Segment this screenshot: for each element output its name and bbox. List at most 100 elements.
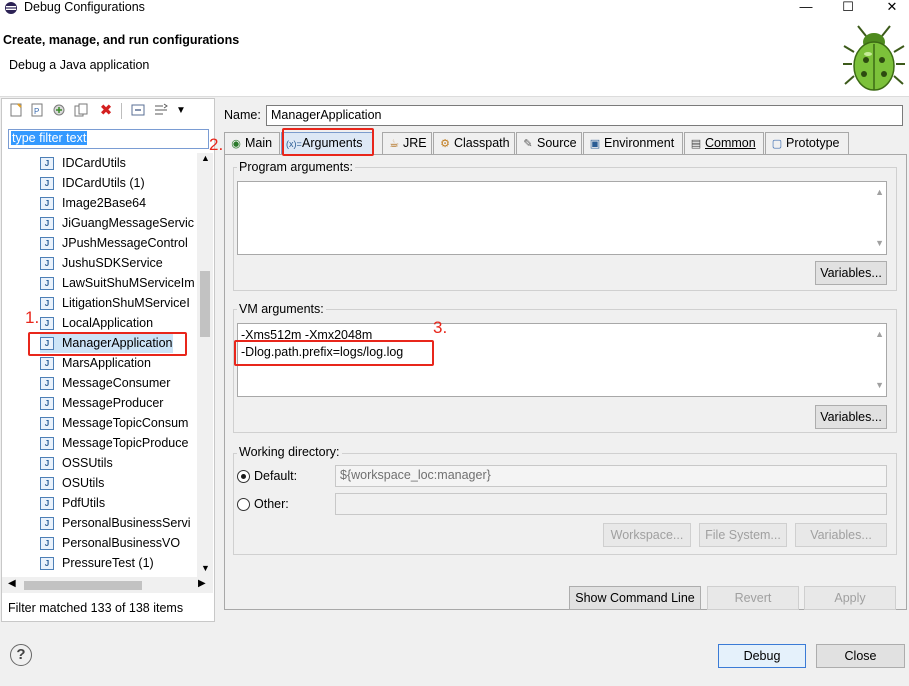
java-app-icon: J — [40, 217, 54, 231]
java-app-icon: J — [40, 477, 54, 491]
tab-prototype[interactable]: ▢ Prototype — [765, 132, 849, 154]
header-title: Create, manage, and run configurations — [3, 33, 240, 47]
tree-item[interactable]: J IDCardUtils — [40, 153, 126, 173]
launch-config-tree: J IDCardUtils J IDCardUtils (1) J Image2Bas… — [2, 153, 197, 577]
new-launch-config-icon[interactable] — [8, 103, 24, 119]
default-label: Default: — [254, 469, 298, 483]
file-system-button[interactable]: File System... — [699, 523, 787, 547]
tree-item[interactable]: J IDCardUtils (1) — [40, 173, 145, 193]
delete-icon[interactable]: ✖ — [98, 103, 114, 119]
scroll-down-icon[interactable]: ▼ — [875, 377, 884, 394]
minimize-button[interactable]: — — [794, 0, 818, 14]
help-icon[interactable]: ? — [10, 644, 32, 666]
window-title: Debug Configurations — [24, 0, 145, 14]
program-arguments-textarea[interactable]: ▲ ▼ — [237, 181, 887, 255]
tab-main[interactable]: ◉ Main — [224, 132, 280, 154]
scroll-down-icon[interactable]: ▼ — [201, 563, 210, 573]
java-app-icon: J — [40, 157, 54, 171]
tree-item[interactable]: J MessageTopicProduce — [40, 433, 188, 453]
export-icon[interactable] — [51, 103, 67, 119]
close-window-button[interactable]: ✕ — [880, 0, 904, 14]
collapse-all-icon[interactable] — [130, 103, 146, 119]
filter-text: type filter text — [11, 131, 88, 145]
other-label: Other: — [254, 497, 289, 511]
tree-item[interactable]: J LocalApplication — [40, 313, 153, 333]
java-app-icon: J — [40, 237, 54, 251]
workdir-variables-button[interactable]: Variables... — [795, 523, 887, 547]
debug-bug-icon — [843, 25, 905, 91]
tree-item[interactable]: J OSUtils — [40, 473, 104, 493]
tab-jre[interactable]: ☕ JRE — [382, 132, 432, 154]
tree-item[interactable]: J MessageTopicConsum — [40, 413, 188, 433]
filter-status: Filter matched 133 of 138 items — [8, 601, 184, 615]
workspace-button[interactable]: Workspace... — [603, 523, 691, 547]
view-menu-icon[interactable]: ▼ — [173, 103, 189, 119]
program-arguments-label: Program arguments: — [237, 160, 355, 174]
scroll-down-icon[interactable]: ▼ — [875, 235, 884, 252]
scroll-up-icon[interactable]: ▲ — [875, 184, 884, 201]
tree-item[interactable]: J MessageProducer — [40, 393, 163, 413]
filter-icon[interactable] — [153, 103, 169, 119]
tree-item[interactable]: J PersonalBusinessServi — [40, 513, 191, 533]
annotation-step-1: 1. — [25, 308, 40, 327]
annotation-highlight-manager-application — [28, 332, 187, 356]
environment-tab-icon: ▣ — [589, 138, 601, 150]
tree-item[interactable]: J PressureTest (1) — [40, 553, 154, 573]
vm-variables-button[interactable]: Variables... — [815, 405, 887, 429]
tree-item[interactable]: J JiGuangMessageServic — [40, 213, 194, 233]
scroll-left-icon[interactable]: ◀ — [8, 578, 16, 589]
svg-text:P: P — [34, 107, 39, 116]
vertical-scroll-thumb[interactable] — [200, 271, 210, 337]
scroll-right-icon[interactable]: ▶ — [198, 578, 206, 589]
java-app-icon: J — [40, 517, 54, 531]
arguments-tab-content: Program arguments: ▲ ▼ Variables... VM a… — [224, 154, 907, 610]
tab-source[interactable]: ✎ Source — [516, 132, 582, 154]
tree-item[interactable]: J LawSuitShuMServiceIm — [40, 273, 195, 293]
tab-environment[interactable]: ▣ Environment — [583, 132, 683, 154]
tree-vertical-scrollbar[interactable]: ▲ ▼ — [197, 153, 213, 577]
annotation-step-3: 3. — [433, 318, 448, 337]
tree-item[interactable]: J Image2Base64 — [40, 193, 146, 213]
tree-item[interactable]: J MarsApplication — [40, 353, 151, 373]
header-message: Debug a Java application — [9, 58, 150, 72]
prototype-tab-icon: ▢ — [771, 138, 783, 150]
tab-common[interactable]: ▤ Common — [684, 132, 764, 154]
tree-item[interactable]: J JushuSDKService — [40, 253, 163, 273]
revert-button[interactable]: Revert — [707, 586, 799, 610]
debug-button[interactable]: Debug — [718, 644, 806, 668]
annotation-highlight-vm-argument — [234, 340, 434, 366]
java-app-icon: J — [40, 457, 54, 471]
tree-item[interactable]: J PdfUtils — [40, 493, 105, 513]
java-app-icon: J — [40, 357, 54, 371]
source-tab-icon: ✎ — [523, 138, 533, 150]
annotation-step-2: 2. — [209, 135, 224, 154]
java-app-icon: J — [40, 497, 54, 511]
name-input[interactable]: ManagerApplication — [266, 105, 903, 126]
program-variables-button[interactable]: Variables... — [815, 261, 887, 285]
default-radio[interactable] — [237, 470, 250, 483]
java-app-icon: J — [40, 437, 54, 451]
tree-item[interactable]: J LitigationShuMServiceI — [40, 293, 190, 313]
show-command-line-button[interactable]: Show Command Line — [569, 586, 701, 610]
apply-button[interactable]: Apply — [804, 586, 896, 610]
scroll-up-icon[interactable]: ▲ — [875, 326, 884, 343]
tree-item[interactable]: J MessageConsumer — [40, 373, 170, 393]
main-tab-icon: ◉ — [231, 138, 241, 150]
maximize-button[interactable]: ☐ — [836, 0, 860, 14]
tab-classpath[interactable]: ⚙ Classpath — [433, 132, 515, 154]
eclipse-logo-icon — [5, 2, 17, 14]
other-radio[interactable] — [237, 498, 250, 511]
filter-input[interactable]: type filter text — [8, 129, 209, 149]
launch-config-panel: P ✖ ▼ type filter text J IDCardUtils J IDC… — [1, 98, 215, 622]
tree-item[interactable]: J OSSUtils — [40, 453, 113, 473]
other-directory-field[interactable] — [335, 493, 887, 515]
horizontal-scroll-thumb[interactable] — [24, 581, 142, 590]
close-button[interactable]: Close — [816, 644, 905, 668]
tree-item[interactable]: J JPushMessageControl — [40, 233, 188, 253]
java-app-icon: J — [40, 197, 54, 211]
tree-item[interactable]: J PersonalBusinessVO — [40, 533, 180, 553]
new-prototype-icon[interactable]: P — [29, 103, 45, 119]
duplicate-icon[interactable] — [73, 103, 89, 119]
vm-arguments-label: VM arguments: — [237, 302, 326, 316]
window-title-bar: Debug Configurations — ☐ ✕ — [0, 0, 909, 16]
